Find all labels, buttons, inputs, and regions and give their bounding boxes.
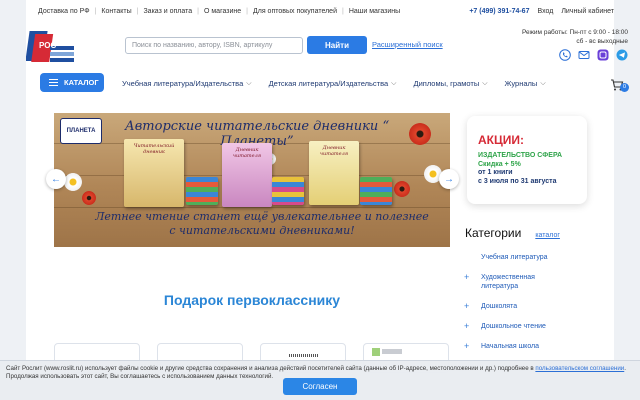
mail-icon[interactable] (578, 49, 590, 61)
category-item-preschoolers[interactable]: + Дошколята (462, 302, 592, 311)
categories-header: Категории каталог (465, 226, 560, 240)
banner-next-button[interactable]: → (439, 169, 459, 189)
category-label: Художественная литература (481, 274, 535, 290)
chevron-down-icon: ⌵ (391, 79, 397, 87)
main-nav: Учебная литература/Издательства ⌵ Детская… (122, 79, 563, 88)
hours-weekdays: Режим работы: Пн-пт с 9:00 - 18:00 (521, 29, 628, 36)
category-item-fiction[interactable]: + Художественная литература (462, 273, 592, 291)
top-right: +7 (499) 391-74-67 Вход Личный кабинет (469, 8, 614, 15)
top-bar: Доставка по РФ | Контакты | Заказ и оплата… (38, 0, 614, 22)
nav-item-label: Детская литература/Издательства (268, 79, 389, 88)
login-link[interactable]: Вход (537, 8, 553, 15)
promo-dates: с 3 июля по 31 августа (478, 177, 557, 185)
chevron-down-icon: ⌵ (540, 79, 546, 87)
book-stack (186, 177, 218, 205)
nav-item-label: Журналы (504, 79, 538, 88)
arrow-right-icon: → (444, 173, 454, 185)
category-label: Начальная школа (481, 343, 540, 350)
phone-number[interactable]: +7 (499) 391-74-67 (469, 8, 529, 15)
arrow-left-icon: ← (51, 173, 61, 185)
top-link-stores[interactable]: Наши магазины (349, 8, 400, 15)
working-hours: Режим работы: Пн-пт с 9:00 - 18:00 сб - … (522, 28, 628, 46)
search-input[interactable] (125, 37, 303, 54)
nav-item-label: Дипломы, грамоты (413, 79, 480, 88)
promo-publisher: ИЗДАТЕЛЬСТВО СФЕРА (478, 152, 563, 159)
banner-subtitle: Летнее чтение станет ещё увлекательнее и… (95, 210, 429, 237)
catalog-link[interactable]: каталог (535, 232, 560, 239)
plus-icon[interactable]: + (462, 302, 481, 311)
promo-banner[interactable]: ПЛАНЕТА Авторские читательские дневники … (54, 113, 450, 247)
category-item-preschool-reading[interactable]: + Дошкольное чтение (462, 322, 592, 331)
promo-discount: Скидка + 5% (478, 160, 521, 168)
nav-item-magazines[interactable]: Журналы ⌵ (505, 79, 546, 88)
top-link-wholesale[interactable]: Для оптовых покупателей (253, 8, 337, 15)
section-title: Подарок первокласснику (163, 292, 341, 308)
top-links: Доставка по РФ | Контакты | Заказ и оплата… (38, 7, 401, 15)
cart-button[interactable]: 0 (610, 78, 629, 92)
site-logo[interactable]: РОС (25, 28, 78, 68)
nav-item-children[interactable]: Детская литература/Издательства ⌵ (269, 79, 397, 88)
menu-icon (49, 79, 58, 86)
vk-icon[interactable] (597, 49, 609, 61)
promo-card[interactable]: АКЦИИ: ИЗДАТЕЛЬСТВО СФЕРА Скидка + 5% от… (467, 116, 587, 204)
categories-list: Учебная литература + Художественная литер… (462, 253, 592, 362)
category-item-educational[interactable]: Учебная литература (462, 253, 592, 262)
category-item-primary-school[interactable]: + Начальная школа (462, 342, 592, 351)
top-link-order-payment[interactable]: Заказ и оплата (143, 8, 192, 15)
catalog-button[interactable]: КАТАЛОГ (40, 73, 104, 92)
nav-item-label: Учебная литература/Издательства (122, 79, 244, 88)
book-cover: Дневник читателя (309, 141, 359, 205)
promo-condition: от 1 книги (478, 169, 513, 176)
account-link[interactable]: Личный кабинет (561, 8, 614, 15)
hours-weekend: сб - вс выходные (576, 38, 628, 45)
book-cover: Читательский дневник (124, 139, 184, 207)
cookie-banner: Сайт Рослит (www.roslit.ru) использует ф… (0, 360, 640, 400)
cart-count-badge: 0 (620, 83, 629, 92)
nav-item-educational[interactable]: Учебная литература/Издательства ⌵ (122, 79, 252, 88)
book-stack (272, 177, 304, 205)
cookie-agree-button[interactable]: Согласен (283, 378, 357, 395)
phone-icon[interactable] (559, 49, 571, 61)
banner-prev-button[interactable]: ← (46, 169, 66, 189)
search-button[interactable]: Найти (307, 36, 367, 54)
category-label: Дошколята (481, 303, 518, 310)
catalog-label: КАТАЛОГ (64, 78, 99, 87)
contact-icons (559, 49, 628, 61)
categories-title: Категории (465, 226, 522, 240)
top-link-about[interactable]: О магазине (204, 8, 241, 15)
nav-item-diplomas[interactable]: Дипломы, грамоты ⌵ (413, 79, 487, 88)
book-cover: Дневник читателя (222, 143, 272, 207)
chevron-down-icon: ⌵ (246, 79, 252, 87)
book-stack (360, 177, 392, 205)
top-link-delivery[interactable]: Доставка по РФ (38, 8, 90, 15)
plus-icon[interactable]: + (462, 322, 481, 331)
plus-icon[interactable]: + (462, 273, 481, 282)
chevron-down-icon: ⌵ (482, 79, 488, 87)
user-agreement-link[interactable]: пользовательском соглашении (535, 365, 624, 372)
promo-title: АКЦИИ: (478, 133, 525, 147)
category-label: Учебная литература (481, 254, 548, 261)
svg-text:РОС: РОС (39, 41, 56, 50)
planeta-logo: ПЛАНЕТА (60, 118, 102, 144)
category-label: Дошкольное чтение (481, 323, 546, 330)
plus-icon[interactable]: + (462, 342, 481, 351)
top-link-contacts[interactable]: Контакты (101, 8, 131, 15)
telegram-icon[interactable] (616, 49, 628, 61)
advanced-search-link[interactable]: Расширенный поиск (372, 40, 443, 49)
